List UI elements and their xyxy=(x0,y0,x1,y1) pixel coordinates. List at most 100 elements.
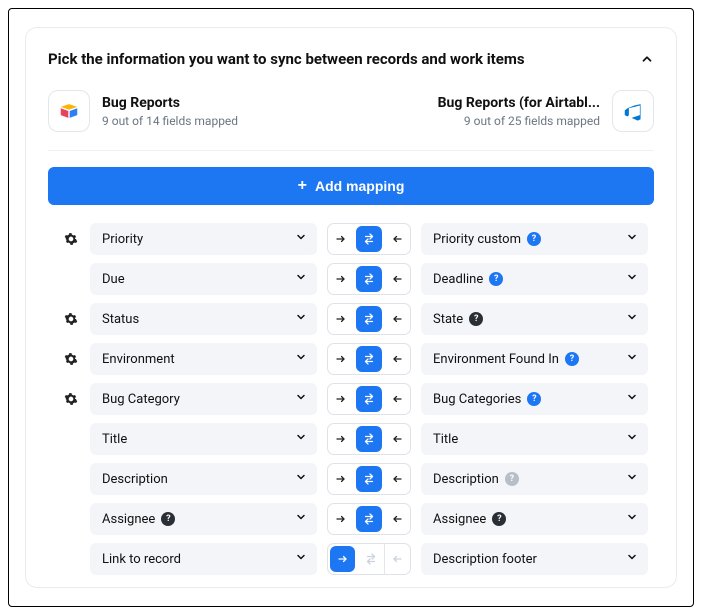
mapping-row: Link to record Description footer xyxy=(62,543,648,575)
direction-left-icon[interactable] xyxy=(384,464,410,494)
left-field-select[interactable]: Due xyxy=(90,263,317,295)
add-mapping-label: Add mapping xyxy=(315,178,404,194)
right-field-label: Description xyxy=(433,472,499,487)
direction-both-icon[interactable] xyxy=(357,544,383,574)
direction-both-icon[interactable] xyxy=(356,226,381,252)
chevron-down-icon xyxy=(626,511,638,527)
direction-left-icon[interactable] xyxy=(384,264,410,294)
right-field-select[interactable]: Environment Found In? xyxy=(421,343,648,375)
chevron-down-icon xyxy=(295,511,307,527)
mapping-settings-button[interactable] xyxy=(62,232,80,246)
sync-direction-toggle[interactable] xyxy=(327,463,411,495)
chevron-down-icon xyxy=(295,471,307,487)
right-field-label: Deadline xyxy=(433,272,483,287)
right-field-label: Bug Categories xyxy=(433,392,521,407)
direction-left-icon[interactable] xyxy=(384,344,410,374)
right-field-select[interactable]: Assignee? xyxy=(421,503,648,535)
info-badge-icon: ? xyxy=(527,232,541,246)
left-field-select[interactable]: Link to record xyxy=(90,543,317,575)
collapse-icon[interactable] xyxy=(640,52,654,66)
direction-right-icon[interactable] xyxy=(328,304,354,334)
right-source-name: Bug Reports (for Airtabl... xyxy=(438,94,600,112)
sync-direction-toggle[interactable] xyxy=(327,303,411,335)
info-badge-icon: ? xyxy=(489,272,503,286)
right-field-select[interactable]: Description footer xyxy=(421,543,648,575)
sync-direction-toggle[interactable] xyxy=(327,423,411,455)
right-field-select[interactable]: State? xyxy=(421,303,648,335)
left-field-label: Description xyxy=(102,472,168,487)
chevron-down-icon xyxy=(295,231,307,247)
mapping-row: Environment Environment Found In? xyxy=(62,343,648,375)
direction-left-icon[interactable] xyxy=(384,424,410,454)
direction-right-icon[interactable] xyxy=(328,464,354,494)
direction-both-icon[interactable] xyxy=(356,506,381,532)
info-badge-icon: ? xyxy=(469,312,483,326)
direction-right-icon[interactable] xyxy=(330,546,355,572)
sync-direction-toggle[interactable] xyxy=(327,343,411,375)
left-field-label: Environment xyxy=(102,352,175,367)
direction-both-icon[interactable] xyxy=(356,266,381,292)
mapping-row: Due Deadline? xyxy=(62,263,648,295)
right-field-select[interactable]: Priority custom? xyxy=(421,223,648,255)
left-field-select[interactable]: Description xyxy=(90,463,317,495)
azure-devops-icon xyxy=(612,90,654,132)
direction-both-icon[interactable] xyxy=(356,386,381,412)
add-mapping-button[interactable]: + Add mapping xyxy=(48,167,654,205)
right-field-select[interactable]: Title xyxy=(421,423,648,455)
mapping-row: Title Title xyxy=(62,423,648,455)
left-field-label: Bug Category xyxy=(102,392,180,407)
direction-left-icon[interactable] xyxy=(384,384,410,414)
left-field-select[interactable]: Environment xyxy=(90,343,317,375)
sync-direction-toggle[interactable] xyxy=(327,223,411,255)
chevron-down-icon xyxy=(295,271,307,287)
direction-left-icon[interactable] xyxy=(384,224,410,254)
chevron-down-icon xyxy=(626,431,638,447)
left-field-select[interactable]: Assignee? xyxy=(90,503,317,535)
left-field-label: Link to record xyxy=(102,552,181,567)
direction-both-icon[interactable] xyxy=(356,346,381,372)
right-field-select[interactable]: Deadline? xyxy=(421,263,648,295)
left-field-label: Title xyxy=(102,432,127,447)
chevron-down-icon xyxy=(295,551,307,567)
mapping-settings-button[interactable] xyxy=(62,392,80,406)
left-field-select[interactable]: Bug Category xyxy=(90,383,317,415)
divider xyxy=(48,150,654,151)
info-badge-icon: ? xyxy=(505,472,519,486)
direction-right-icon[interactable] xyxy=(328,504,354,534)
sync-direction-toggle[interactable] xyxy=(327,263,411,295)
direction-both-icon[interactable] xyxy=(356,306,381,332)
direction-right-icon[interactable] xyxy=(328,264,354,294)
chevron-down-icon xyxy=(626,271,638,287)
direction-right-icon[interactable] xyxy=(328,224,354,254)
sync-direction-toggle[interactable] xyxy=(327,383,411,415)
right-field-label: Description footer xyxy=(433,552,537,567)
right-field-select[interactable]: Bug Categories? xyxy=(421,383,648,415)
direction-right-icon[interactable] xyxy=(328,384,354,414)
direction-both-icon[interactable] xyxy=(356,466,381,492)
info-badge-icon: ? xyxy=(527,392,541,406)
left-field-label: Assignee xyxy=(102,512,155,527)
left-field-select[interactable]: Priority xyxy=(90,223,317,255)
chevron-down-icon xyxy=(295,311,307,327)
sync-direction-toggle[interactable] xyxy=(327,503,411,535)
left-source-name: Bug Reports xyxy=(102,94,238,112)
direction-right-icon[interactable] xyxy=(328,344,354,374)
chevron-down-icon xyxy=(295,351,307,367)
chevron-down-icon xyxy=(626,551,638,567)
direction-left-icon[interactable] xyxy=(384,504,410,534)
direction-right-icon[interactable] xyxy=(328,424,354,454)
chevron-down-icon xyxy=(295,431,307,447)
mapping-row: Assignee? Assignee? xyxy=(62,503,648,535)
left-source: Bug Reports 9 out of 14 fields mapped xyxy=(48,90,238,132)
sync-direction-toggle[interactable] xyxy=(327,543,411,575)
mapping-row: DescriptionDescription? xyxy=(62,463,648,495)
right-field-select[interactable]: Description? xyxy=(421,463,648,495)
mapping-settings-button[interactable] xyxy=(62,312,80,326)
left-field-select[interactable]: Title xyxy=(90,423,317,455)
mapping-settings-button[interactable] xyxy=(62,352,80,366)
direction-left-icon[interactable] xyxy=(384,304,410,334)
left-field-select[interactable]: Status xyxy=(90,303,317,335)
direction-both-icon[interactable] xyxy=(356,426,381,452)
right-field-label: Environment Found In xyxy=(433,352,559,367)
direction-left-icon[interactable] xyxy=(384,544,410,574)
